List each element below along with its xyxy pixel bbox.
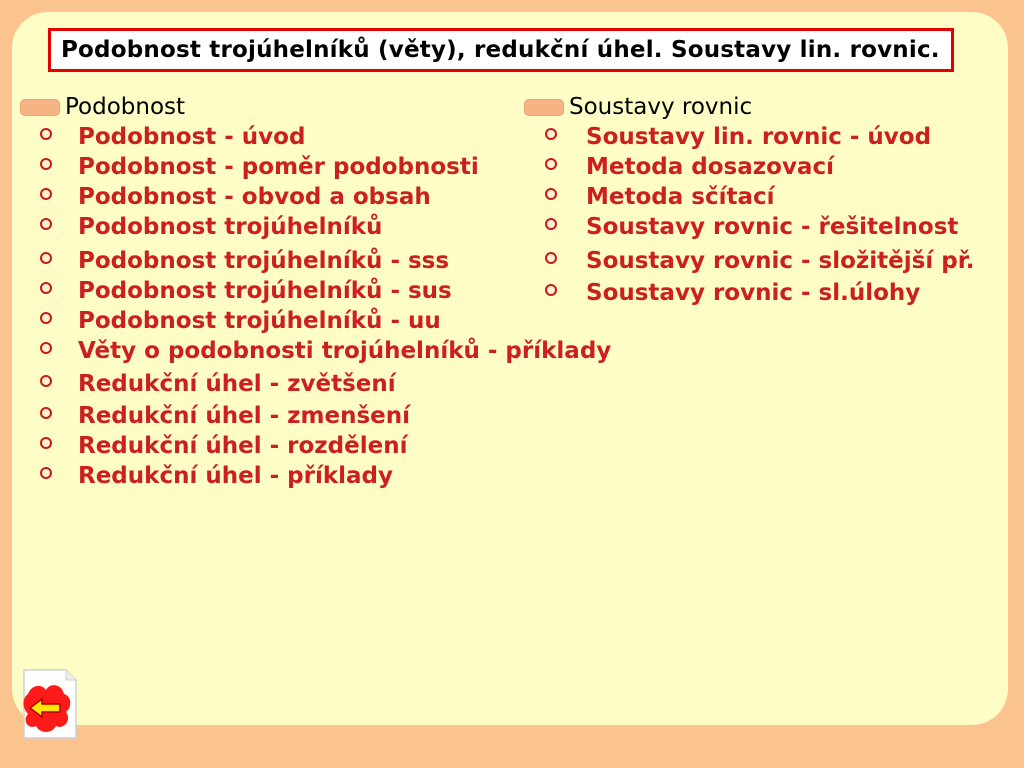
bullet-icon [545, 252, 557, 264]
bullet-icon [40, 437, 52, 449]
bullet-icon [40, 158, 52, 170]
section-heading-label: Podobnost [65, 94, 186, 120]
soustavy-link-6[interactable]: Soustavy rovnic - sl.úlohy [586, 280, 920, 306]
bullet-icon [40, 282, 52, 294]
soustavy-link-3[interactable]: Metoda sčítací [586, 184, 775, 210]
podobnost-link-10[interactable]: Redukční úhel - zmenšení [78, 403, 410, 429]
podobnost-link-11[interactable]: Redukční úhel - rozdělení [78, 433, 407, 459]
bullet-icon [40, 467, 52, 479]
bullet-icon [545, 158, 557, 170]
podobnost-link-3[interactable]: Podobnost - obvod a obsah [78, 184, 431, 210]
bullet-icon [40, 342, 52, 354]
podobnost-link-6[interactable]: Podobnost trojúhelníků - sus [78, 278, 452, 304]
soustavy-link-2[interactable]: Metoda dosazovací [586, 154, 834, 180]
section-heading-podobnost: Podobnost [20, 94, 185, 120]
podobnost-link-4[interactable]: Podobnost trojúhelníků [78, 214, 382, 240]
section-heading-soustavy: Soustavy rovnic [524, 94, 752, 120]
back-button[interactable] [22, 668, 78, 740]
bullet-icon [545, 218, 557, 230]
tab-marker-icon [20, 98, 60, 116]
podobnost-link-12[interactable]: Redukční úhel - příklady [78, 463, 393, 489]
tab-marker-icon [524, 98, 564, 116]
bullet-icon [545, 284, 557, 296]
podobnost-link-2[interactable]: Podobnost - poměr podobnosti [78, 154, 479, 180]
back-arrow-icon [23, 669, 77, 739]
page-title: Podobnost trojúhelníků (věty), redukční … [48, 28, 954, 72]
bullet-icon [40, 128, 52, 140]
soustavy-link-1[interactable]: Soustavy lin. rovnic - úvod [586, 124, 931, 150]
bullet-icon [545, 128, 557, 140]
podobnost-link-8[interactable]: Věty o podobnosti trojúhelníků - příklad… [78, 338, 611, 364]
bullet-icon [40, 375, 52, 387]
bullet-icon [40, 312, 52, 324]
bullet-icon [40, 407, 52, 419]
podobnost-link-1[interactable]: Podobnost - úvod [78, 124, 305, 150]
podobnost-link-9[interactable]: Redukční úhel - zvětšení [78, 371, 396, 397]
soustavy-link-5[interactable]: Soustavy rovnic - složitější př. [586, 248, 975, 274]
bullet-icon [545, 188, 557, 200]
podobnost-link-5[interactable]: Podobnost trojúhelníků - sss [78, 248, 449, 274]
bullet-icon [40, 188, 52, 200]
section-heading-label: Soustavy rovnic [569, 94, 753, 120]
bullet-icon [40, 218, 52, 230]
bullet-icon [40, 252, 52, 264]
soustavy-link-4[interactable]: Soustavy rovnic - řešitelnost [586, 214, 958, 240]
podobnost-link-7[interactable]: Podobnost trojúhelníků - uu [78, 308, 441, 334]
